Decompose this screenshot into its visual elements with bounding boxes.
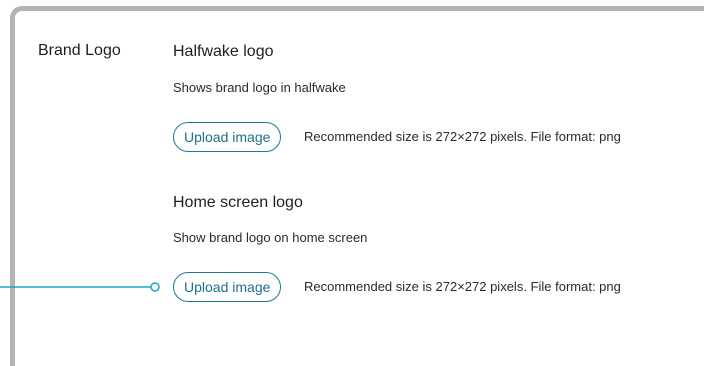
callout-dot	[150, 282, 160, 292]
callout-connector	[0, 282, 160, 292]
